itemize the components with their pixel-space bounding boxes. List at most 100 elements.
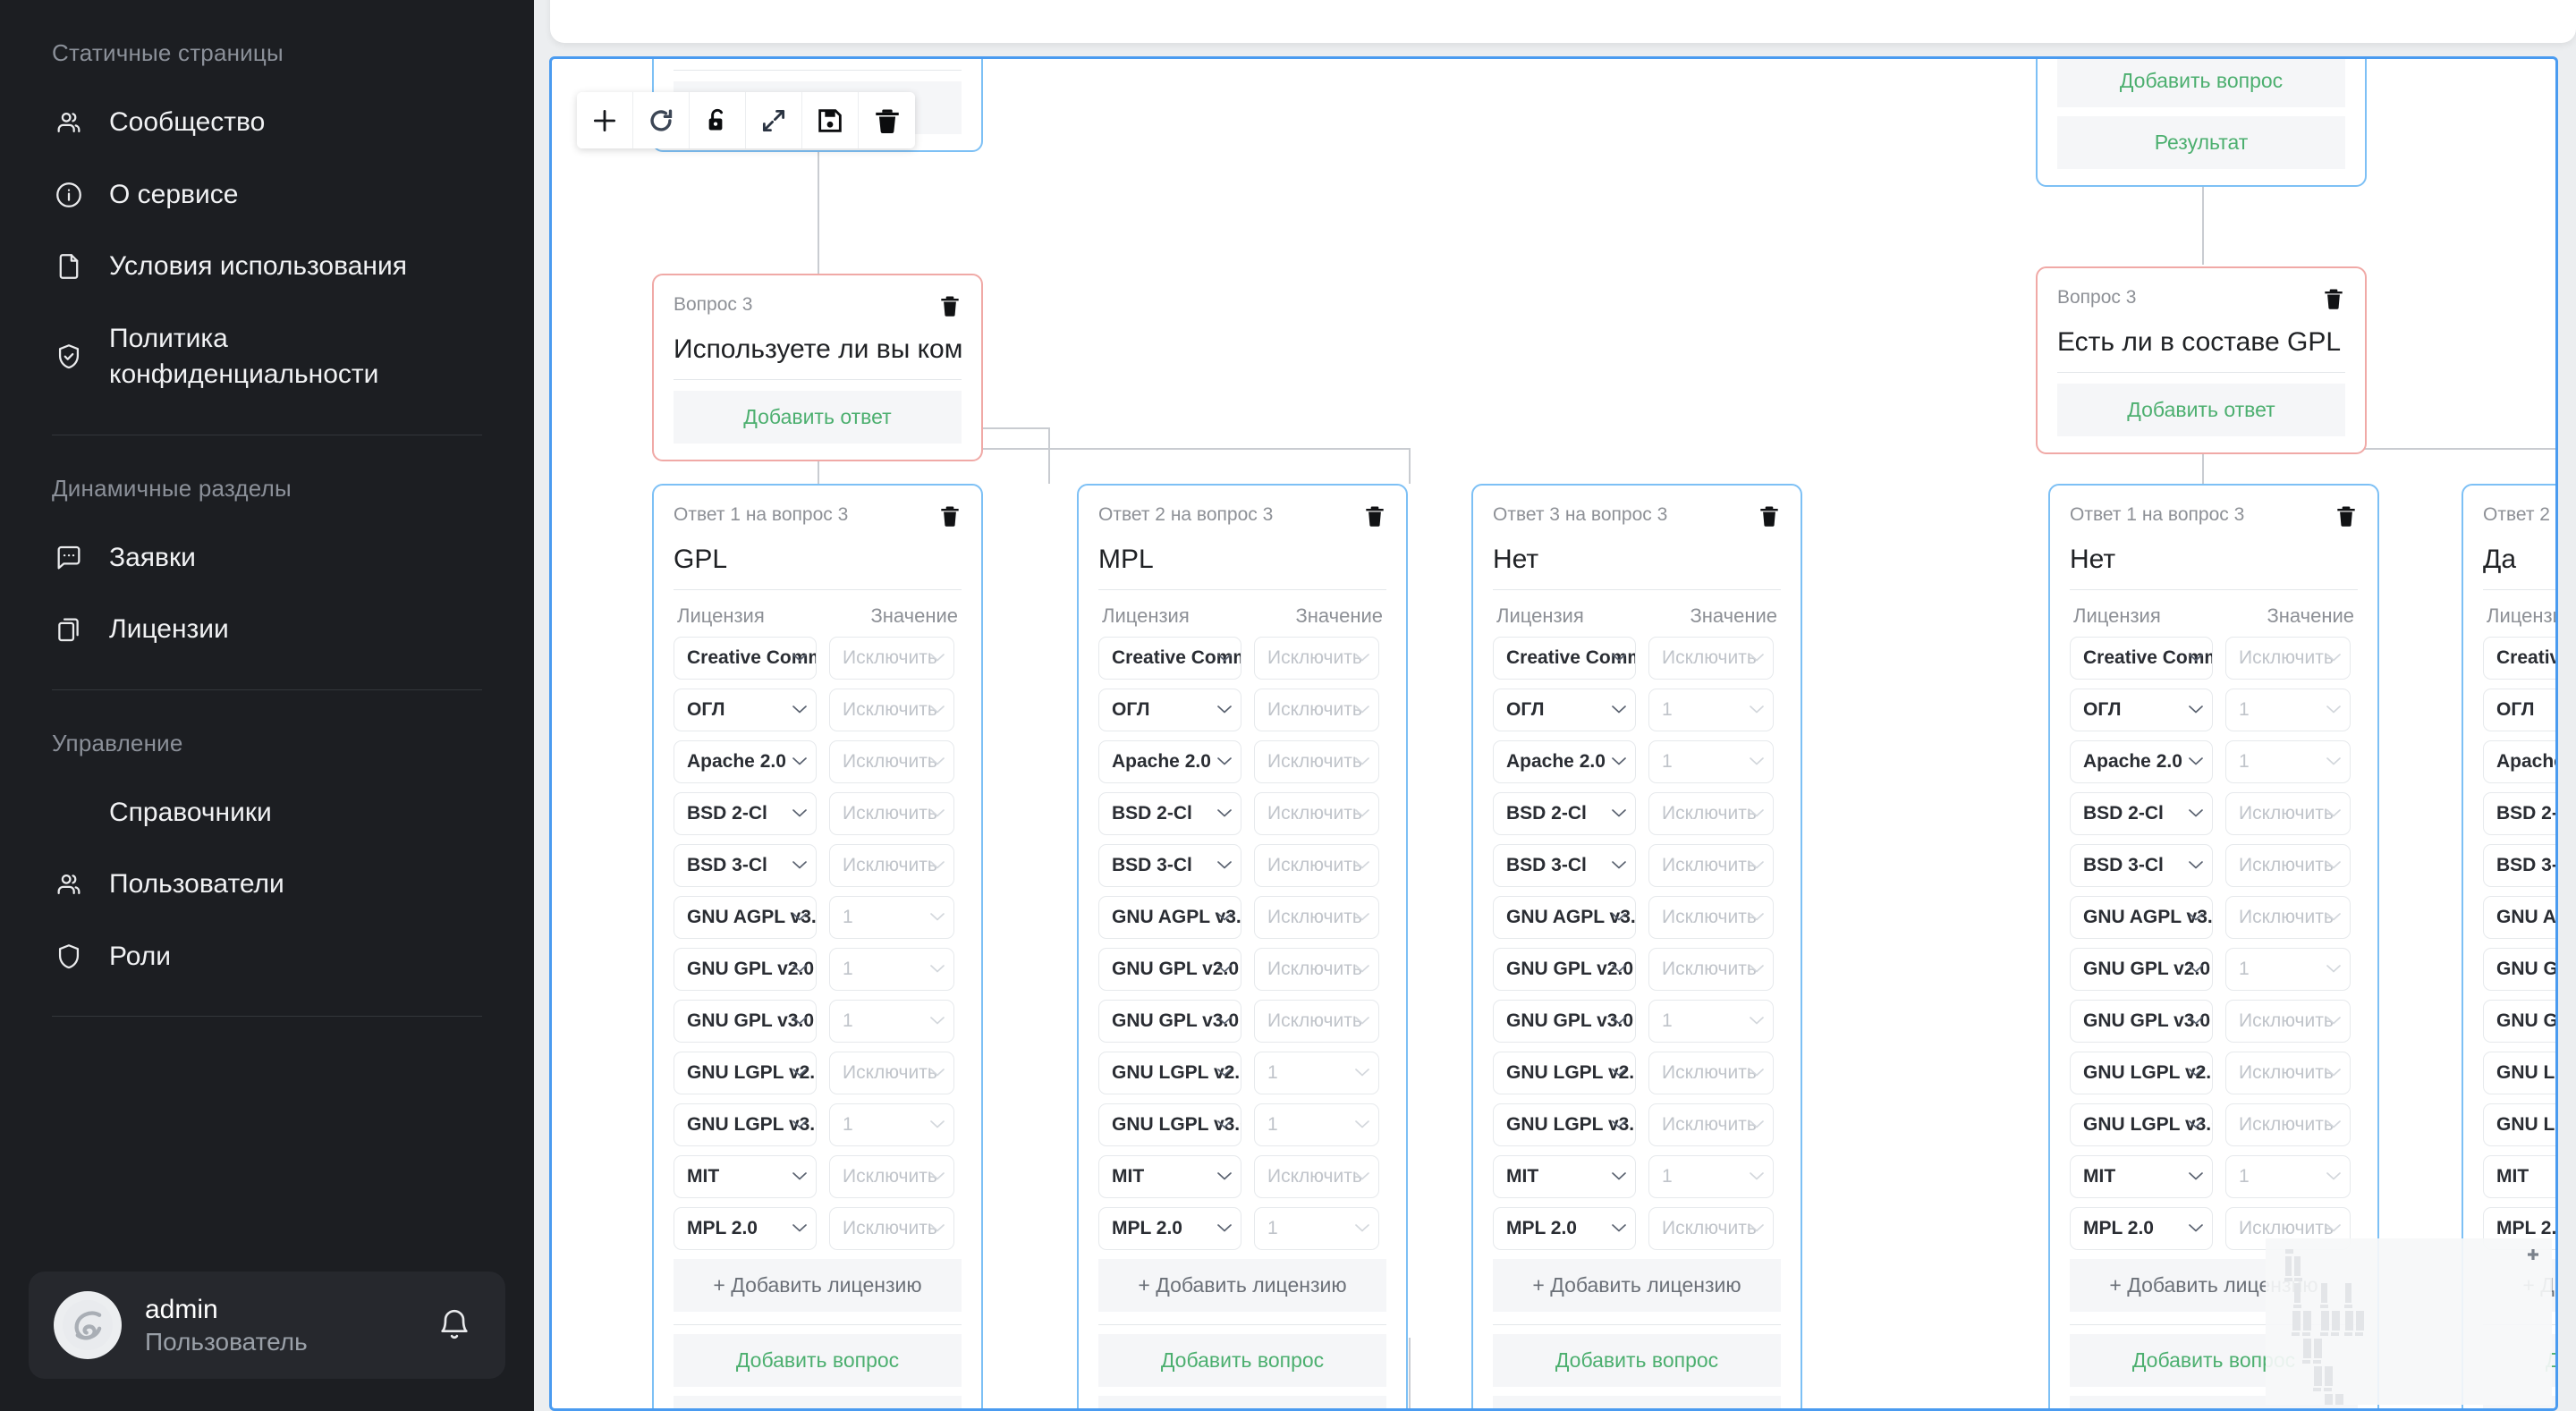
value-select[interactable]: Исключить <box>2225 895 2351 939</box>
trash-icon[interactable] <box>1758 503 1781 528</box>
license-select[interactable]: GNU AGPL v3.0 <box>674 895 817 939</box>
add-question-button[interactable]: Добавить вопрос <box>674 1333 962 1387</box>
license-select[interactable]: GNU AGPL v3.0 <box>1493 895 1636 939</box>
value-select[interactable]: Исключить <box>829 688 954 731</box>
value-select[interactable]: 1 <box>2225 739 2351 783</box>
license-select[interactable]: BSD 3-Cl <box>2070 843 2213 887</box>
license-select[interactable]: GNU AGPL v3.0 <box>1098 895 1241 939</box>
trash-icon[interactable] <box>938 503 962 528</box>
value-select[interactable]: Исключить <box>829 843 954 887</box>
bell-icon[interactable] <box>434 1305 475 1346</box>
sidebar-item-privacy[interactable]: Политика конфиденциальности <box>0 303 534 411</box>
value-select[interactable]: 1 <box>2225 947 2351 991</box>
sidebar-item-community[interactable]: Сообщество <box>0 87 534 159</box>
value-select[interactable]: Исключить <box>1648 1206 1774 1250</box>
license-select[interactable]: Apache 2.0 <box>2483 739 2555 783</box>
node-answer-2[interactable]: Ответ 2 на вопрос 3 MPL Лицензия Значение Cr… <box>1077 484 1408 1408</box>
license-select[interactable]: GNU GPL v2.0 <box>2483 947 2555 991</box>
license-select[interactable]: GNU GPL v2.0 <box>674 947 817 991</box>
node-question-right[interactable]: Вопрос 3 Есть ли в составе GPL компонент… <box>2036 266 2367 454</box>
value-select[interactable]: Исключить <box>2225 1051 2351 1094</box>
license-select[interactable]: MPL 2.0 <box>1493 1206 1636 1250</box>
license-select[interactable]: Creative Common... <box>674 636 817 680</box>
value-select[interactable]: 1 <box>2225 688 2351 731</box>
lock-toggle-button[interactable] <box>690 92 746 148</box>
license-select[interactable]: GNU GPL v3.0 <box>2070 999 2213 1043</box>
value-select[interactable]: Исключить <box>1648 1051 1774 1094</box>
license-select[interactable]: MPL 2.0 <box>674 1206 817 1250</box>
value-select[interactable]: Исключить <box>2225 1103 2351 1146</box>
license-select[interactable]: MIT <box>2483 1154 2555 1198</box>
license-select[interactable]: GNU LGPL v3.0 <box>2070 1103 2213 1146</box>
add-question-button[interactable]: Добавить вопрос <box>1493 1333 1781 1387</box>
add-node-button[interactable] <box>577 92 633 148</box>
trash-icon[interactable] <box>1363 503 1386 528</box>
license-select[interactable]: BSD 3-Cl <box>1098 843 1241 887</box>
license-select[interactable]: Creative Common... <box>1098 636 1241 680</box>
license-select[interactable]: MIT <box>1493 1154 1636 1198</box>
sidebar-item-requests[interactable]: Заявки <box>0 522 534 595</box>
node-question-left[interactable]: Вопрос 3 Используете ли вы компоненты по… <box>652 274 983 461</box>
sidebar-item-roles[interactable]: Роли <box>0 921 534 993</box>
license-select[interactable]: BSD 2-Cl <box>1098 791 1241 835</box>
value-select[interactable]: 1 <box>1648 1154 1774 1198</box>
license-select[interactable]: Creative Common... <box>2483 636 2555 680</box>
add-question-button[interactable]: Добавить вопрос <box>1098 1333 1386 1387</box>
license-select[interactable]: GNU AGPL v3.0 <box>2483 895 2555 939</box>
value-select[interactable]: 1 <box>1254 1051 1379 1094</box>
sidebar-item-licenses[interactable]: Лицензии <box>0 594 534 666</box>
value-select[interactable]: Исключить <box>2225 791 2351 835</box>
trash-icon[interactable] <box>2322 286 2345 311</box>
save-button[interactable] <box>802 92 859 148</box>
license-select[interactable]: ОГЛ <box>674 688 817 731</box>
add-license-button[interactable]: + Добавить лицензию <box>1098 1258 1386 1312</box>
license-select[interactable]: BSD 3-Cl <box>1493 843 1636 887</box>
result-button[interactable]: Результат <box>1493 1395 1781 1408</box>
license-select[interactable]: GNU LGPL v2.1 <box>674 1051 817 1094</box>
value-select[interactable]: Исключить <box>829 1051 954 1094</box>
value-select[interactable]: 1 <box>1648 739 1774 783</box>
license-select[interactable]: GNU LGPL v3.0 <box>2483 1103 2555 1146</box>
value-select[interactable]: Исключить <box>829 1206 954 1250</box>
sidebar-item-directories[interactable]: Справочники <box>0 777 534 849</box>
license-select[interactable]: GNU LGPL v2.1 <box>1098 1051 1241 1094</box>
license-select[interactable]: Apache 2.0 <box>2070 739 2213 783</box>
value-select[interactable]: 1 <box>1254 1103 1379 1146</box>
canvas-toolbar[interactable] <box>577 92 915 148</box>
value-select[interactable]: Исключить <box>829 739 954 783</box>
license-select[interactable]: MPL 2.0 <box>1098 1206 1241 1250</box>
value-select[interactable]: 1 <box>1648 688 1774 731</box>
value-select[interactable]: Исключить <box>1254 739 1379 783</box>
license-select[interactable]: GNU LGPL v2.1 <box>1493 1051 1636 1094</box>
value-select[interactable]: 1 <box>1648 999 1774 1043</box>
value-select[interactable]: 1 <box>829 947 954 991</box>
sidebar-item-users[interactable]: Пользователи <box>0 849 534 921</box>
sidebar-item-terms[interactable]: Условия использования <box>0 231 534 303</box>
license-select[interactable]: GNU LGPL v2.1 <box>2483 1051 2555 1094</box>
value-select[interactable]: Исключить <box>1648 636 1774 680</box>
add-answer-button[interactable]: Добавить ответ <box>2057 383 2345 436</box>
license-select[interactable]: BSD 2-Cl <box>2483 791 2555 835</box>
delete-button[interactable] <box>859 92 915 148</box>
license-select[interactable]: GNU GPL v3.0 <box>1493 999 1636 1043</box>
license-select[interactable]: GNU GPL v2.0 <box>2070 947 2213 991</box>
license-select[interactable]: GNU GPL v2.0 <box>1493 947 1636 991</box>
license-select[interactable]: MPL 2.0 <box>2070 1206 2213 1250</box>
license-select[interactable]: Creative Common... <box>2070 636 2213 680</box>
value-select[interactable]: 1 <box>829 895 954 939</box>
value-select[interactable]: Исключить <box>1648 947 1774 991</box>
value-select[interactable]: 1 <box>2225 1154 2351 1198</box>
trash-icon[interactable] <box>2334 503 2358 528</box>
minimap-plus-icon[interactable] <box>2525 1247 2541 1263</box>
license-select[interactable]: ОГЛ <box>2070 688 2213 731</box>
add-license-button[interactable]: + Добавить лицензию <box>1493 1258 1781 1312</box>
reset-view-button[interactable] <box>633 92 690 148</box>
fit-view-button[interactable] <box>746 92 802 148</box>
license-select[interactable]: Apache 2.0 <box>1098 739 1241 783</box>
license-select[interactable]: ОГЛ <box>2483 688 2555 731</box>
license-select[interactable]: GNU LGPL v3.0 <box>674 1103 817 1146</box>
license-select[interactable]: GNU GPL v2.0 <box>1098 947 1241 991</box>
result-button[interactable]: Результат <box>2057 116 2345 169</box>
license-select[interactable]: GNU LGPL v3.0 <box>1493 1103 1636 1146</box>
license-select[interactable]: MIT <box>2070 1154 2213 1198</box>
